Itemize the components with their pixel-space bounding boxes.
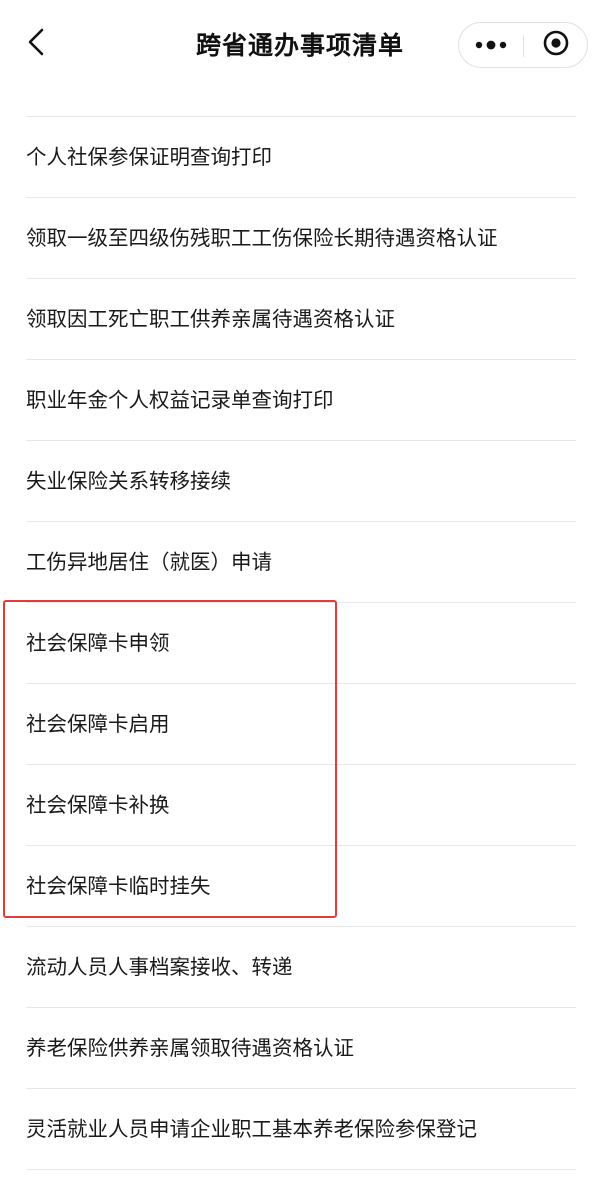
- divider: [26, 1169, 576, 1170]
- target-circle-icon: [542, 29, 570, 61]
- list-item[interactable]: 职业年金个人权益记录单查询打印: [0, 360, 600, 441]
- service-list: 电子社保卡 个人社保参保证明查询打印 领取一级至四级伤残职工工伤保险长期待遇资格…: [0, 36, 600, 1170]
- list-item-label: 流动人员人事档案接收、转递: [26, 955, 293, 979]
- list-item[interactable]: 个人社保参保证明查询打印: [0, 117, 600, 198]
- list-item-label: 职业年金个人权益记录单查询打印: [26, 388, 334, 412]
- list-item[interactable]: 社会保障卡启用: [0, 684, 600, 765]
- list-item[interactable]: 领取因工死亡职工供养亲属待遇资格认证: [0, 279, 600, 360]
- list-item[interactable]: 养老保险供养亲属领取待遇资格认证: [0, 1008, 600, 1089]
- list-item-label: 社会保障卡启用: [26, 712, 170, 736]
- list-item-label: 个人社保参保证明查询打印: [26, 145, 272, 169]
- list-item[interactable]: 流动人员人事档案接收、转递: [0, 927, 600, 1008]
- nav-bar: 跨省通办事项清单: [0, 0, 600, 88]
- list-item[interactable]: 社会保障卡申领: [0, 603, 600, 684]
- list-item-label: 养老保险供养亲属领取待遇资格认证: [26, 1036, 354, 1060]
- list-item[interactable]: 工伤异地居住（就医）申请: [0, 522, 600, 603]
- list-item[interactable]: 失业保险关系转移接续: [0, 441, 600, 522]
- list-item[interactable]: 社会保障卡临时挂失: [0, 846, 600, 927]
- list-item-label: 领取因工死亡职工供养亲属待遇资格认证: [26, 307, 395, 331]
- page: 电子社保卡 个人社保参保证明查询打印 领取一级至四级伤残职工工伤保险长期待遇资格…: [0, 0, 600, 1178]
- list-item-label: 领取一级至四级伤残职工工伤保险长期待遇资格认证: [26, 226, 498, 250]
- list-item-label: 工伤异地居住（就医）申请: [26, 550, 272, 574]
- list-item-label: 社会保障卡补换: [26, 793, 170, 817]
- close-miniprogram-button[interactable]: [524, 23, 588, 67]
- list-item[interactable]: 社会保障卡补换: [0, 765, 600, 846]
- more-dots-icon: [474, 36, 508, 55]
- more-button[interactable]: [459, 23, 523, 67]
- list-item[interactable]: 灵活就业人员申请企业职工基本养老保险参保登记: [0, 1089, 600, 1170]
- list-item[interactable]: 领取一级至四级伤残职工工伤保险长期待遇资格认证: [0, 198, 600, 279]
- list-item-label: 社会保障卡申领: [26, 631, 170, 655]
- capsule-menu: [458, 22, 588, 68]
- list-item-label: 失业保险关系转移接续: [26, 469, 231, 493]
- list-item-label: 灵活就业人员申请企业职工基本养老保险参保登记: [26, 1117, 477, 1141]
- list-item-label: 社会保障卡临时挂失: [26, 874, 211, 898]
